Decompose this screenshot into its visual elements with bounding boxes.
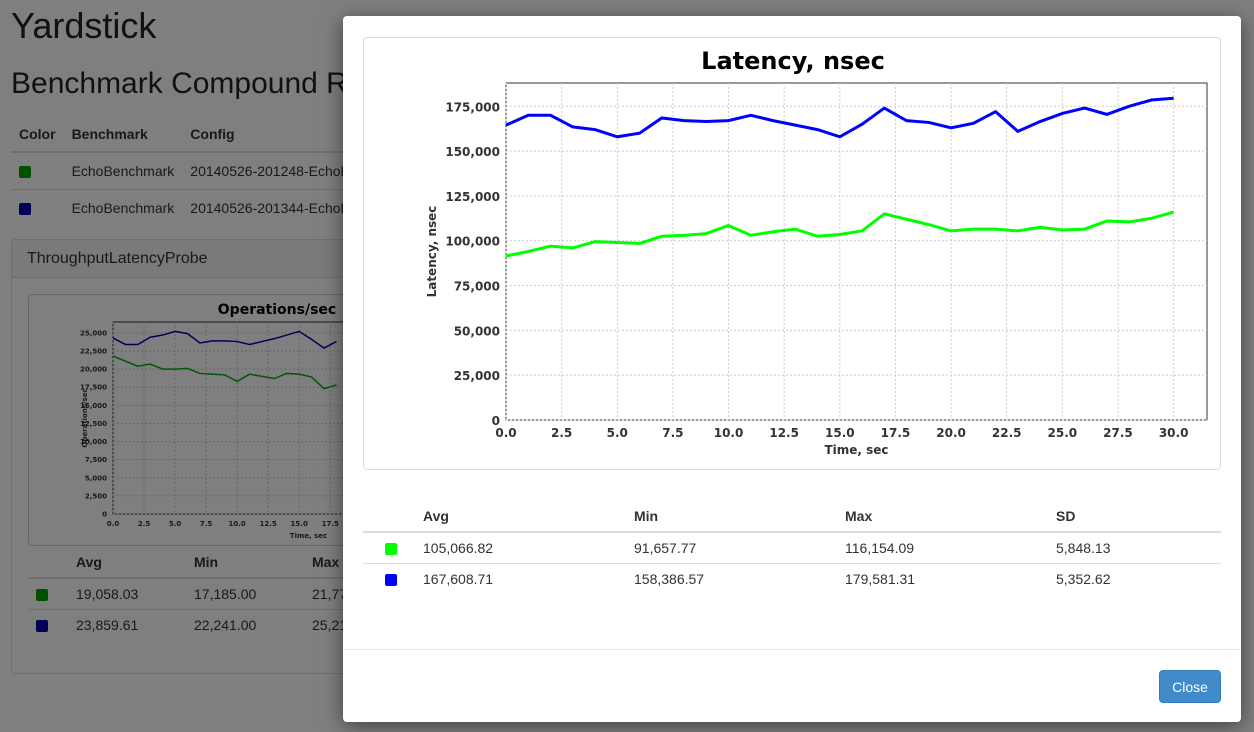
x-tick-label: 10.0 [714,426,744,440]
latency-stats-table: Avg Min Max SD 105,066.82 91,657.77 116,154.0… [363,500,1221,594]
col-avg: Avg [415,500,626,533]
x-tick-label: 12.5 [769,426,799,440]
x-tick-label: 25.0 [1048,426,1078,440]
y-tick-label: 100,000 [445,235,500,249]
x-tick-label: 5.0 [607,426,628,440]
latency-chart[interactable]: 0.0 2.5 5.0 7.5 10.0 12.5 15.0 17.5 20.0 22.5 25.0… [363,37,1221,470]
avg-value: 167,608.71 [415,562,626,594]
x-axis-label: Time, sec [824,443,888,457]
x-tick-label: 20.0 [936,426,966,440]
max-value: 116,154.09 [837,531,1048,563]
x-tick-label: 22.5 [992,426,1022,440]
chart-title: Latency, nsec [701,47,885,75]
x-tick-label: 30.0 [1159,426,1189,440]
table-row: 167,608.71 158,386.57 179,581.31 5,352.62 [363,562,1221,594]
y-tick-label: 0 [492,414,500,428]
sd-value: 5,352.62 [1048,562,1221,594]
y-tick-label: 125,000 [445,190,500,204]
y-tick-label: 75,000 [454,280,500,294]
max-value: 179,581.31 [837,562,1048,594]
y-axis-label: Latency, nsec [425,206,439,298]
x-tick-label: 15.0 [825,426,855,440]
chart-modal: 0.0 2.5 5.0 7.5 10.0 12.5 15.0 17.5 20.0 22.5 25.0… [343,16,1241,722]
y-tick-label: 150,000 [445,145,500,159]
avg-value: 105,066.82 [415,531,626,563]
col-min: Min [626,500,837,533]
close-button[interactable]: Close [1159,670,1221,703]
color-swatch [385,543,397,556]
color-swatch [385,574,397,587]
x-tick-label: 27.5 [1103,426,1133,440]
x-tick-label: 17.5 [881,426,911,440]
min-value: 91,657.77 [626,531,837,563]
x-tick-label: 0.0 [495,426,516,440]
modal-footer: Close [343,649,1241,722]
y-tick-label: 25,000 [454,369,500,383]
col-max: Max [837,500,1048,533]
x-tick-label: 2.5 [551,426,572,440]
table-row: 105,066.82 91,657.77 116,154.09 5,848.13 [363,531,1221,563]
y-tick-label: 175,000 [445,100,500,114]
sd-value: 5,848.13 [1048,531,1221,563]
y-tick-label: 50,000 [454,324,500,338]
x-tick-label: 7.5 [662,426,683,440]
min-value: 158,386.57 [626,562,837,594]
col-sd: SD [1048,500,1221,533]
